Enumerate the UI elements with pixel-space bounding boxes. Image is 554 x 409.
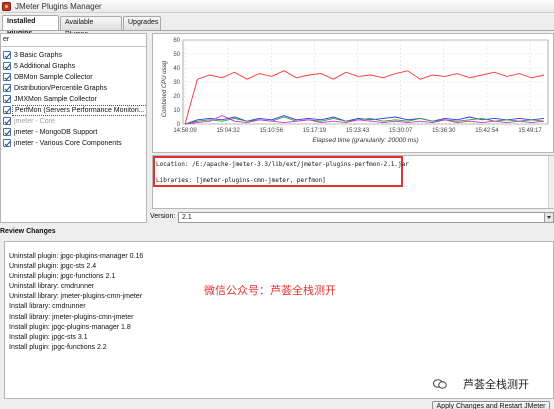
plugin-label: 3 Basic Graphs <box>14 52 62 59</box>
review-list: Uninstall plugin: jpgc-plugins-manager 0… <box>9 252 143 353</box>
plugin-list-item[interactable]: jmeter - Various Core Components <box>1 138 146 149</box>
x-tick-label: 15:23:43 <box>346 128 370 134</box>
tab-available-plugins[interactable]: Available Plugins <box>60 16 122 38</box>
plugin-label: Distribution/Percentile Graphs <box>14 85 107 92</box>
tab-bar: Installed Plugins Available Plugins Upgr… <box>0 14 554 38</box>
plot-area <box>182 39 549 125</box>
plugin-checkbox[interactable] <box>3 51 11 59</box>
review-line: Install plugin: jpgc-sts 3.1 <box>9 333 88 341</box>
plugin-list-item[interactable]: JMXMon Sample Collector <box>1 94 146 105</box>
review-changes-title: Review Changes <box>0 228 56 235</box>
plugin-checkbox[interactable] <box>3 84 11 92</box>
window-titlebar: JMeter Plugins Manager <box>0 0 554 13</box>
y-tick-label: 50 <box>173 52 180 58</box>
plugin-checkbox[interactable] <box>3 106 11 114</box>
x-tick-label: 15:04:32 <box>216 128 240 134</box>
y-tick-label: 30 <box>173 80 180 86</box>
plugin-list-item[interactable]: jmeter - Core <box>1 116 146 127</box>
review-line: Uninstall library: jmeter-plugins-cmn-jm… <box>9 293 143 301</box>
version-value: 2.1 <box>182 214 192 221</box>
version-select[interactable]: 2.1 <box>178 212 554 223</box>
y-tick-label: 20 <box>173 94 180 100</box>
x-tick-label: 15:30:07 <box>389 128 413 134</box>
x-tick-label: 15:10:56 <box>260 128 284 134</box>
review-changes-panel: Uninstall plugin: jpgc-plugins-manager 0… <box>4 241 554 399</box>
plugin-label: 5 Additional Graphs <box>14 63 76 70</box>
y-axis-label: Combined CPU usag <box>162 60 168 117</box>
plugin-label: jmeter - Core <box>14 118 55 125</box>
search-input[interactable]: er <box>1 34 146 47</box>
review-line: Uninstall plugin: jpgc-functions 2.1 <box>9 273 116 281</box>
plugin-checkbox[interactable] <box>3 117 11 125</box>
x-tick-label: 15:36:30 <box>432 128 456 134</box>
window-title: JMeter Plugins Manager <box>15 2 102 11</box>
x-tick-label: 14:58:09 <box>173 128 197 134</box>
plugin-list-item[interactable]: Distribution/Percentile Graphs <box>1 83 146 94</box>
x-tick-label: 15:17:19 <box>303 128 327 134</box>
version-label: Version: <box>150 213 176 220</box>
review-line: Install library: cmdrunner <box>9 303 86 311</box>
review-line: Install plugin: jpgc-functions 2.2 <box>9 343 107 351</box>
info-scrollbar[interactable] <box>548 156 554 208</box>
plugin-label: PerfMon (Servers Performance Monitori... <box>12 105 146 116</box>
review-line: Uninstall plugin: jpgc-sts 2.4 <box>9 263 97 271</box>
review-line: Install plugin: jpgc-plugins-manager 1.8 <box>9 323 131 331</box>
plugin-libraries-text: Libraries: [jmeter-plugins-cmn-jmeter, p… <box>156 177 326 184</box>
y-tick-label: 10 <box>173 108 180 114</box>
plugin-label: DBMon Sample Collector <box>14 74 93 81</box>
y-tick-label: 40 <box>173 66 180 72</box>
watermark-text: 微信公众号：芦荟全栈测开 <box>204 285 336 297</box>
plugin-checkbox[interactable] <box>3 62 11 70</box>
plugin-list-item[interactable]: DBMon Sample Collector <box>1 72 146 83</box>
plugin-list: 3 Basic Graphs 5 Additional Graphs DBMon S… <box>1 50 146 149</box>
plugin-list-panel: er 3 Basic Graphs 5 Additional Graphs DBMo… <box>0 33 147 223</box>
plugin-list-item[interactable]: 3 Basic Graphs <box>1 50 146 61</box>
plugin-info-panel: Location: /E:/apache-jmeter-3.3/lib/ext/… <box>152 155 554 209</box>
cpu-usage-chart: 010203040506014:58:09 15:04:32 15:10:56 15:… <box>162 38 549 144</box>
x-tick-label: 15:49:17 <box>518 128 542 134</box>
plugin-list-item[interactable]: PerfMon (Servers Performance Monitori... <box>1 105 146 116</box>
apply-changes-restart-button[interactable]: Apply Changes and Restart JMeter <box>432 401 550 409</box>
chevron-down-icon[interactable] <box>544 213 553 222</box>
x-tick-label: 15:42:54 <box>475 128 499 134</box>
review-line: Uninstall plugin: jpgc-plugins-manager 0… <box>9 253 144 260</box>
plugin-checkbox[interactable] <box>3 139 11 147</box>
plugin-checkbox[interactable] <box>3 95 11 103</box>
watermark-brand: 芦荟全栈测开 <box>463 379 529 391</box>
plugin-list-item[interactable]: 5 Additional Graphs <box>1 61 146 72</box>
plugin-label: jmeter - MongoDB Support <box>14 129 98 136</box>
x-axis-label: Elapsed time (granularity: 20000 ms) <box>312 137 418 144</box>
tab-upgrades[interactable]: Upgrades <box>123 16 161 30</box>
plugin-checkbox[interactable] <box>3 128 11 136</box>
plugin-label: jmeter - Various Core Components <box>14 140 122 147</box>
version-row: Version: 2.1 <box>150 212 554 224</box>
review-line: Uninstall library: cmdrunner <box>9 283 95 291</box>
wechat-icon <box>433 379 447 389</box>
plugin-location-text: Location: /E:/apache-jmeter-3.3/lib/ext/… <box>156 161 409 168</box>
y-tick-label: 60 <box>173 38 180 44</box>
plugin-screenshot-chart: 0 10 20 30 40 50 60 14:58:09 15:04:32 15:10:56 15:… <box>152 33 554 153</box>
review-line: Install library: jmeter-plugins-cmn-jmet… <box>9 313 134 321</box>
plugin-list-item[interactable]: jmeter - MongoDB Support <box>1 127 146 138</box>
jmeter-app-icon <box>2 2 11 11</box>
tab-divider <box>0 30 554 31</box>
plugin-checkbox[interactable] <box>3 73 11 81</box>
tab-installed-plugins[interactable]: Installed Plugins <box>2 15 59 37</box>
plugin-label: JMXMon Sample Collector <box>14 96 97 103</box>
